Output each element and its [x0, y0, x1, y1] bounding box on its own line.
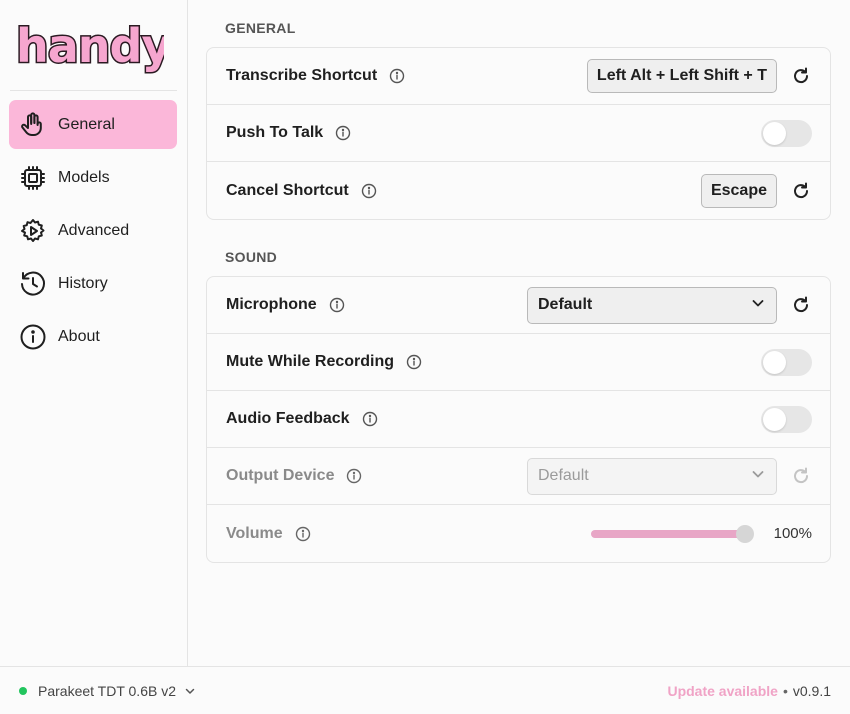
setting-label: Mute While Recording — [226, 353, 394, 370]
setting-label: Transcribe Shortcut — [226, 67, 378, 84]
separator: • — [782, 682, 788, 699]
reset-icon[interactable] — [790, 180, 812, 202]
model-selector[interactable]: Parakeet TDT 0.6B v2 — [38, 683, 176, 699]
sidebar-item-label: Models — [58, 168, 110, 186]
sidebar-item-models[interactable]: Models — [9, 153, 177, 202]
section-title-sound: SOUND — [225, 249, 278, 265]
setting-label: Volume — [226, 524, 283, 542]
history-icon — [19, 270, 47, 298]
chevron-down-icon — [750, 466, 766, 487]
info-icon[interactable] — [329, 297, 345, 313]
transcribe-shortcut-button[interactable]: Left Alt + Left Shift + T — [586, 59, 777, 93]
sidebar-item-label: About — [58, 327, 100, 345]
chevron-down-icon — [750, 295, 766, 316]
info-circle-icon — [19, 323, 47, 351]
info-icon[interactable] — [335, 125, 351, 141]
logo: handy — [10, 0, 177, 91]
info-icon[interactable] — [346, 468, 362, 484]
svg-text:handy: handy — [16, 19, 164, 73]
status-bar: Parakeet TDT 0.6B v2 Update available • … — [0, 666, 850, 714]
info-icon[interactable] — [295, 526, 311, 542]
push-to-talk-row: Push To Talk — [207, 105, 830, 162]
select-value: Default — [538, 296, 593, 313]
handy-logo: handy — [15, 18, 165, 75]
output-device-row: Output Device Default — [207, 448, 830, 505]
output-device-select[interactable]: Default — [527, 457, 777, 495]
version-label: v0.9.1 — [792, 682, 831, 699]
microphone-row: Microphone Default — [207, 277, 830, 334]
sidebar: handy General Models Advanced History Ab… — [0, 0, 188, 666]
sidebar-item-label: History — [58, 274, 108, 292]
reset-icon[interactable] — [790, 294, 812, 316]
setting-label: Output Device — [226, 467, 335, 484]
info-icon[interactable] — [406, 354, 422, 370]
audio-feedback-row: Audio Feedback — [207, 391, 830, 448]
cancel-shortcut-button[interactable]: Escape — [700, 173, 777, 208]
sidebar-nav: General Models Advanced History About — [0, 91, 187, 361]
sidebar-item-label: Advanced — [58, 221, 130, 239]
hand-icon — [19, 111, 47, 139]
setting-label: Microphone — [226, 296, 317, 313]
sidebar-item-general[interactable]: General — [9, 100, 177, 149]
section-title-general: GENERAL — [225, 20, 296, 36]
microphone-select[interactable]: Default — [527, 286, 777, 324]
sound-card: Microphone Default Mute While Recording — [206, 276, 831, 563]
volume-slider[interactable] — [591, 524, 754, 543]
info-icon[interactable] — [389, 68, 405, 84]
mute-while-recording-toggle[interactable] — [761, 348, 812, 376]
info-icon[interactable] — [362, 411, 378, 427]
sidebar-item-label: General — [58, 115, 115, 133]
sidebar-item-about[interactable]: About — [9, 312, 177, 361]
app-window: handy General Models Advanced History Ab… — [0, 0, 850, 666]
reset-icon[interactable] — [790, 65, 812, 87]
toggle-knob — [763, 121, 786, 145]
cancel-shortcut-row: Cancel Shortcut Escape — [207, 162, 830, 219]
sidebar-item-advanced[interactable]: Advanced — [9, 206, 177, 255]
transcribe-shortcut-row: Transcribe Shortcut Left Alt + Left Shif… — [207, 48, 830, 105]
toggle-knob — [763, 407, 786, 431]
mute-while-recording-row: Mute While Recording — [207, 334, 830, 391]
push-to-talk-toggle[interactable] — [761, 119, 812, 147]
audio-feedback-toggle[interactable] — [761, 405, 812, 433]
gear-play-icon — [19, 217, 47, 245]
cpu-icon — [19, 164, 47, 192]
general-card: Transcribe Shortcut Left Alt + Left Shif… — [206, 47, 831, 220]
sidebar-item-history[interactable]: History — [9, 259, 177, 308]
setting-label: Cancel Shortcut — [226, 181, 349, 199]
update-link[interactable]: Update available — [667, 683, 778, 699]
setting-label: Push To Talk — [226, 124, 324, 141]
info-icon[interactable] — [361, 183, 377, 199]
volume-value: 100% — [773, 525, 812, 542]
chevron-down-icon[interactable] — [184, 685, 196, 697]
toggle-knob — [763, 350, 786, 374]
select-value: Default — [538, 467, 589, 484]
setting-label: Audio Feedback — [226, 410, 350, 427]
status-dot — [19, 686, 27, 695]
volume-row: Volume 100% — [207, 505, 830, 562]
settings-content: GENERAL Transcribe Shortcut Left Alt + L… — [188, 0, 850, 666]
slider-thumb[interactable] — [736, 524, 754, 543]
reset-icon[interactable] — [790, 465, 812, 487]
